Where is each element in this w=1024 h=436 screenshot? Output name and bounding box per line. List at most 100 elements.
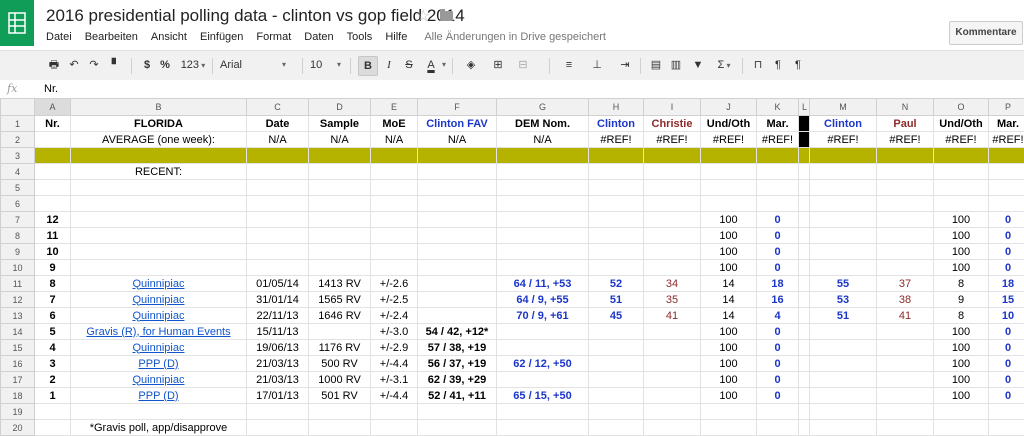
cell-F7[interactable]: [418, 212, 497, 228]
cell-C20[interactable]: [247, 420, 309, 436]
cell-G11[interactable]: 64 / 11, +53: [497, 276, 589, 292]
cell-E11[interactable]: +/-2.6: [371, 276, 418, 292]
paint-format-icon[interactable]: ▘: [108, 56, 124, 74]
cell-D5[interactable]: [309, 180, 371, 196]
cell-I15[interactable]: [644, 340, 701, 356]
row-header[interactable]: 14: [1, 324, 35, 340]
cell-A2[interactable]: [35, 132, 71, 148]
cell-O7[interactable]: 100: [934, 212, 989, 228]
cell-D10[interactable]: [309, 260, 371, 276]
cell-E9[interactable]: [371, 244, 418, 260]
cell-D6[interactable]: [309, 196, 371, 212]
cell-O19[interactable]: [934, 404, 989, 420]
cell-K5[interactable]: [757, 180, 799, 196]
cell-E19[interactable]: [371, 404, 418, 420]
cell-I7[interactable]: [644, 212, 701, 228]
cell-I11[interactable]: 34: [644, 276, 701, 292]
cell-E5[interactable]: [371, 180, 418, 196]
row-header[interactable]: 20: [1, 420, 35, 436]
cell-B19[interactable]: [71, 404, 247, 420]
redo-icon[interactable]: ↷: [86, 56, 102, 74]
column-header[interactable]: C: [247, 99, 309, 116]
column-header[interactable]: O: [934, 99, 989, 116]
cell-I18[interactable]: [644, 388, 701, 404]
cell-F18[interactable]: 52 / 41, +11: [418, 388, 497, 404]
cell-P6[interactable]: [989, 196, 1024, 212]
cell-N13[interactable]: 41: [877, 308, 934, 324]
cell-J17[interactable]: 100: [701, 372, 757, 388]
cell-P10[interactable]: 0: [989, 260, 1024, 276]
cell-E10[interactable]: [371, 260, 418, 276]
cell-O16[interactable]: 100: [934, 356, 989, 372]
cell-O4[interactable]: [934, 164, 989, 180]
cell-N20[interactable]: [877, 420, 934, 436]
row-header[interactable]: 2: [1, 132, 35, 148]
cell-C13[interactable]: 22/11/13: [247, 308, 309, 324]
cell-B14[interactable]: Gravis (R), for Human Events: [71, 324, 247, 340]
column-header[interactable]: P: [989, 99, 1024, 116]
cell-F9[interactable]: [418, 244, 497, 260]
cell-I5[interactable]: [644, 180, 701, 196]
cell-P11[interactable]: 18: [989, 276, 1024, 292]
cell-P19[interactable]: [989, 404, 1024, 420]
comments-button[interactable]: Kommentare: [949, 21, 1023, 45]
cell-M18[interactable]: [810, 388, 877, 404]
cell-P7[interactable]: 0: [989, 212, 1024, 228]
cell-O1[interactable]: Und/Oth: [934, 116, 989, 132]
cell-O13[interactable]: 8: [934, 308, 989, 324]
cell-M20[interactable]: [810, 420, 877, 436]
column-header[interactable]: G: [497, 99, 589, 116]
menu-ansicht[interactable]: Ansicht: [151, 31, 187, 43]
cell-K13[interactable]: 4: [757, 308, 799, 324]
cell-J11[interactable]: 14: [701, 276, 757, 292]
cell-H13[interactable]: 45: [589, 308, 644, 324]
cell-P2[interactable]: #REF!: [989, 132, 1024, 148]
cell-H20[interactable]: [589, 420, 644, 436]
cell-F11[interactable]: [418, 276, 497, 292]
cell-D3[interactable]: [309, 148, 371, 164]
cell-N9[interactable]: [877, 244, 934, 260]
row-header[interactable]: 12: [1, 292, 35, 308]
cell-G9[interactable]: [497, 244, 589, 260]
cell-F17[interactable]: 62 / 39, +29: [418, 372, 497, 388]
undo-icon[interactable]: ↶: [66, 56, 82, 74]
cell-M13[interactable]: 51: [810, 308, 877, 324]
cell-G2[interactable]: N/A: [497, 132, 589, 148]
cell-J15[interactable]: 100: [701, 340, 757, 356]
cell-J8[interactable]: 100: [701, 228, 757, 244]
cell-J20[interactable]: [701, 420, 757, 436]
fill-color-icon[interactable]: ◈: [460, 56, 482, 74]
menu-tools[interactable]: Tools: [347, 31, 373, 43]
horizontal-align-icon[interactable]: ≡: [558, 56, 580, 74]
cell-J7[interactable]: 100: [701, 212, 757, 228]
cell-J9[interactable]: 100: [701, 244, 757, 260]
menu-hilfe[interactable]: Hilfe: [385, 31, 407, 43]
cell-N14[interactable]: [877, 324, 934, 340]
paragraph-ltr-icon[interactable]: ¶: [770, 56, 786, 74]
cell-A8[interactable]: 11: [35, 228, 71, 244]
cell-I19[interactable]: [644, 404, 701, 420]
merge-cells-icon[interactable]: ⊟: [512, 56, 534, 74]
row-header[interactable]: 4: [1, 164, 35, 180]
borders-icon[interactable]: ⊞: [487, 56, 509, 74]
cell-K19[interactable]: [757, 404, 799, 420]
cell-K12[interactable]: 16: [757, 292, 799, 308]
cell-D17[interactable]: 1000 RV: [309, 372, 371, 388]
cell-G4[interactable]: [497, 164, 589, 180]
cell-K9[interactable]: 0: [757, 244, 799, 260]
cell-B11[interactable]: Quinnipiac: [71, 276, 247, 292]
cell-I9[interactable]: [644, 244, 701, 260]
cell-A15[interactable]: 4: [35, 340, 71, 356]
paragraph-rtl-icon[interactable]: ¶: [790, 56, 806, 74]
cell-J18[interactable]: 100: [701, 388, 757, 404]
cell-P4[interactable]: [989, 164, 1024, 180]
cell-H16[interactable]: [589, 356, 644, 372]
cell-F12[interactable]: [418, 292, 497, 308]
cell-C3[interactable]: [247, 148, 309, 164]
cell-B15[interactable]: Quinnipiac: [71, 340, 247, 356]
select-all-corner[interactable]: [1, 99, 35, 116]
cell-H17[interactable]: [589, 372, 644, 388]
cell-D20[interactable]: [309, 420, 371, 436]
cell-K16[interactable]: 0: [757, 356, 799, 372]
cell-A6[interactable]: [35, 196, 71, 212]
